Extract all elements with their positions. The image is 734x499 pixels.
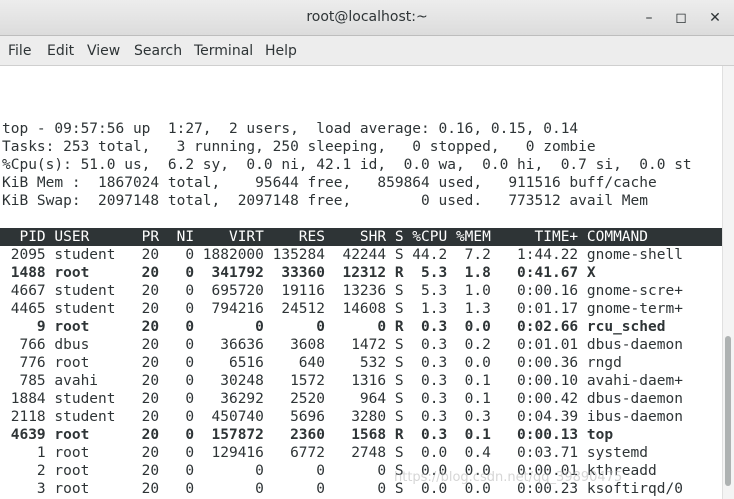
summary-cpu-line: %Cpu(s): 51.0 us, 6.2 sy, 0.0 ni, 42.1 i…: [2, 157, 692, 173]
table-row: 1488 root 20 0 341792 33360 12312 R 5.3 …: [2, 265, 596, 281]
menu-bar: File Edit View Search Terminal Help: [0, 36, 734, 66]
table-row: 4465 student 20 0 794216 24512 14608 S 1…: [2, 301, 683, 317]
menu-terminal[interactable]: Terminal: [194, 43, 253, 59]
terminal-scrollbar[interactable]: [722, 66, 734, 499]
terminal-output[interactable]: top - 09:57:56 up 1:27, 2 users, load av…: [0, 66, 722, 499]
summary-tasks-line: Tasks: 253 total, 3 running, 250 sleepin…: [2, 139, 596, 155]
table-row: 776 root 20 0 6516 640 532 S 0.3 0.0 0:0…: [2, 355, 622, 371]
summary-mem-line: KiB Mem : 1867024 total, 95644 free, 859…: [2, 175, 657, 191]
process-table-header: PID USER PR NI VIRT RES SHR S %CPU %MEM …: [2, 229, 649, 245]
table-row: 785 avahi 20 0 30248 1572 1316 S 0.3 0.1…: [2, 373, 683, 389]
table-row: 2095 student 20 0 1882000 135284 42244 S…: [2, 247, 683, 263]
summary-top-line: top - 09:57:56 up 1:27, 2 users, load av…: [2, 121, 579, 137]
maximize-icon[interactable]: ◻: [672, 9, 690, 27]
menu-file[interactable]: File: [8, 43, 31, 59]
table-row: 1 root 20 0 129416 6772 2748 S 0.0 0.4 0…: [2, 445, 649, 461]
scrollbar-thumb[interactable]: [725, 336, 731, 486]
watermark: https://blog.csdn.net/qq_39890475: [394, 470, 623, 485]
summary-swap-line: KiB Swap: 2097148 total, 2097148 free, 0…: [2, 193, 649, 209]
table-row: 766 dbus 20 0 36636 3608 1472 S 0.3 0.2 …: [2, 337, 683, 353]
table-row: 2118 student 20 0 450740 5696 3280 S 0.3…: [2, 409, 683, 425]
window-titlebar[interactable]: root@localhost:~ – ◻ ✕: [0, 0, 734, 36]
minimize-icon[interactable]: –: [640, 9, 658, 27]
close-icon[interactable]: ✕: [706, 9, 724, 27]
menu-search[interactable]: Search: [134, 43, 182, 59]
table-row: 9 root 20 0 0 0 0 R 0.3 0.0 0:02.66 rcu_…: [2, 319, 666, 335]
table-row: 4667 student 20 0 695720 19116 13236 S 5…: [2, 283, 683, 299]
menu-view[interactable]: View: [87, 43, 120, 59]
table-row: 4639 root 20 0 157872 2360 1568 R 0.3 0.…: [2, 427, 614, 443]
window-title: root@localhost:~: [306, 9, 428, 25]
menu-help[interactable]: Help: [265, 43, 297, 59]
table-row: 1884 student 20 0 36292 2520 964 S 0.3 0…: [2, 391, 683, 407]
menu-edit[interactable]: Edit: [47, 43, 74, 59]
